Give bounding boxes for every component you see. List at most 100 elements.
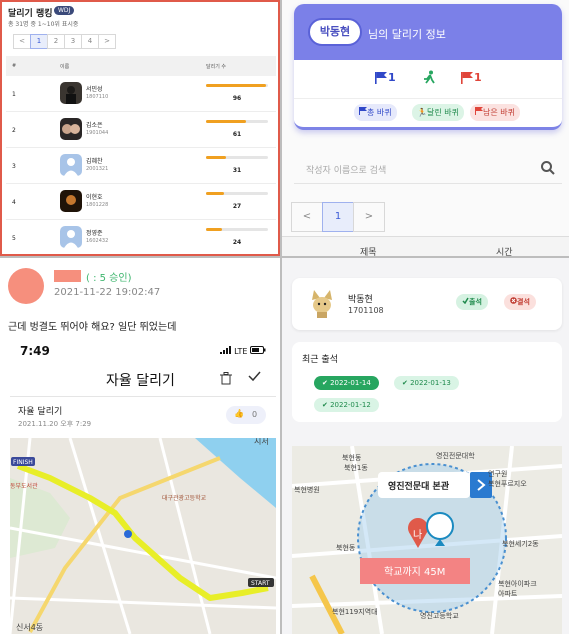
absent-badge[interactable]: 결석 [504,294,536,310]
rank-number: 4 [12,199,16,206]
run-route-map[interactable]: FINISH START 대구관광고등학교 동부도서관 시서 신서4동 [10,438,276,634]
run-progress-bar [206,120,268,123]
rank-number: 2 [12,127,16,134]
map-shop-label: 동부도서관 [10,482,38,490]
run-count: 61 [232,131,242,138]
phone-time: 7:49 [20,344,50,358]
present-badge[interactable]: 출석 [456,294,488,310]
map-finish-label: FINISH [13,459,33,466]
rank-number: 1 [12,91,16,98]
pager-page-4[interactable]: 4 [81,34,99,49]
attendance-date-chip: ✔ 2022-01-13 [394,376,459,390]
activity-name: 자율 달리기 [18,407,63,417]
runner-id: 1602432 [86,238,109,244]
pager-page-1[interactable]: 1 [322,202,354,232]
run-count: 24 [232,239,242,246]
pager-prev-button[interactable]: < [291,202,323,232]
profile-header: 박동현 님의 달리기 정보 [294,4,562,60]
rank-number: 3 [12,163,16,170]
search-input[interactable]: 작성자 이름으로 검색 [306,163,386,176]
run-count: 27 [232,203,242,210]
post-approval-meta: ( : 5 승인) [86,273,132,284]
activity-date: 2021.11.20 오후 7:29 [18,420,92,428]
blue-flag-icon [359,107,367,115]
pager-page-1[interactable]: 1 [30,34,48,49]
ranking-title: 달리기 랭킹 [8,9,53,19]
ranking-table: # 이름 달리기 수 1 서민성 1807110 96 2 김소은 190104… [6,56,276,254]
profile-name-pill: 박동현 [308,18,362,46]
attendance-date-chip: ✔ 2022-01-12 [314,398,379,412]
pager-next-button[interactable]: > [98,34,116,49]
table-row[interactable]: 1 서민성 1807110 96 [6,76,276,112]
runner-id: 2001321 [86,166,109,172]
trash-icon[interactable] [220,372,232,385]
runner-icon [422,70,436,87]
run-progress-bar [206,156,268,159]
thumb-icon: 👍 [234,409,244,418]
ranking-subtitle: 총 31명 중 1~10위 표시중 [8,21,79,28]
post-date: 2021-11-22 19:02:47 [54,287,161,298]
author-search[interactable]: 작성자 이름으로 검색 [294,154,562,184]
total-laps-value: 1 [388,71,396,84]
author-name-redacted [54,270,81,282]
pokemon-avatar-icon [312,290,332,318]
total-laps-stat: 1 [374,70,396,84]
map-stop-label: 시서 [254,438,269,446]
col-rank: # [12,63,17,69]
svg-text:복현세기2동: 복현세기2동 [502,539,539,548]
signal-icon [219,346,231,354]
runner-name: 이현호 [86,194,103,201]
svg-text:복현아이파크: 복현아이파크 [498,579,537,588]
run-count: 96 [232,95,242,102]
run-progress-bar [206,84,268,87]
avatar [60,82,82,104]
remaining-laps-stat: 1 [460,70,482,84]
pager-next-button[interactable]: > [353,202,385,232]
runner-name: 김혜찬 [86,158,103,165]
ranking-badge: WDJ [54,6,75,15]
table-row[interactable]: 3 김혜찬 2001321 31 [6,148,276,184]
map-start-label: START [251,580,270,587]
check-icon[interactable] [248,370,261,382]
runner-id: 1807110 [86,94,109,100]
avatar [60,154,82,176]
profile-description: 님의 달리기 정보 [368,28,446,41]
like-button[interactable]: 👍 0 [226,406,266,424]
svg-text:복현푸르지오: 복현푸르지오 [488,479,527,488]
attendance-date-chip: ✔ 2022-01-14 [314,376,379,390]
remaining-laps-value: 1 [474,71,482,84]
runner-id: 1801228 [86,202,109,208]
attendance-panel: 박동현 1701108 출석 결석 최근 출석 ✔ 2022-01-14 ✔ 2… [282,258,569,634]
runner-id: 1901044 [86,130,109,136]
table-row[interactable]: 4 이현호 1801228 27 [6,184,276,220]
campus-map[interactable]: 영진전문대 본관 나 학교까지 45M 북현동 북현1동 복현푸르지오 영진전문… [292,446,562,634]
table-row[interactable]: 5 정영준 1602432 24 [6,220,276,254]
like-count: 0 [252,410,258,419]
table-row[interactable]: 2 김소은 1901044 61 [6,112,276,148]
phone-status: LTE [219,346,266,356]
check-icon [462,297,469,305]
svg-text:영진전문대학: 영진전문대학 [436,451,475,460]
blue-flag-icon [375,72,387,84]
profile-card: 박동현 님의 달리기 정보 1 1 총 바퀴 🏃달린 바퀴 남은 바퀴 [294,4,562,130]
remaining-laps-tag: 남은 바퀴 [470,104,520,121]
pager-prev-button[interactable]: < [13,34,31,49]
pager-page-2[interactable]: 2 [47,34,65,49]
profile-stats: 1 1 [294,70,562,94]
runner-name: 서민성 [86,86,103,93]
attendance-card: 박동현 1701108 출석 결석 [292,278,562,330]
run-laps-tag: 🏃달린 바퀴 [412,104,464,121]
red-flag-icon [461,72,473,84]
svg-text:아파트: 아파트 [498,589,518,598]
search-icon[interactable] [540,160,556,176]
profile-pager: < 1 > [291,202,385,232]
ranking-pager: < 1 2 3 4 > [13,34,116,49]
recent-attendance-title: 최근 출석 [302,355,338,365]
col-time: 시간 [496,248,513,256]
posts-table-header: 제목 시간 [282,236,569,256]
svg-text:북현동: 북현동 [342,454,362,462]
recent-attendance-card: 최근 출석 ✔ 2022-01-14 ✔ 2022-01-13 ✔ 2022-0… [292,342,562,422]
pager-page-3[interactable]: 3 [64,34,82,49]
avatar [60,190,82,212]
post-body: 근데 벙결도 뛰어야 해요? 일단 뛰었는데 [8,322,177,333]
